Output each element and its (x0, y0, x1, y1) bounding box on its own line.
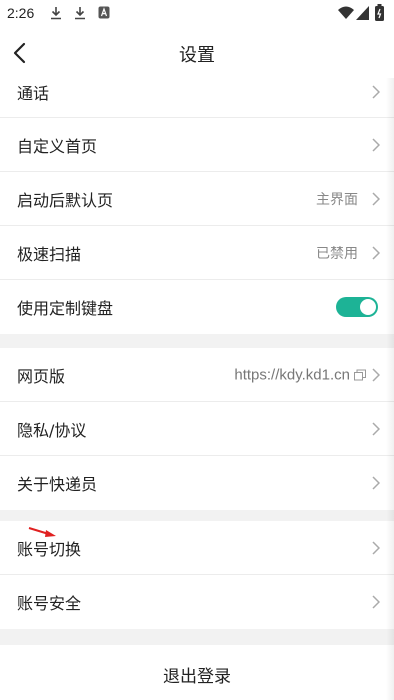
settings-group-general: 通话 自定义首页 启动后默认页 主界面 极速扫描 已禁用 使用定制键盘 (0, 67, 394, 334)
row-label: 网页版 (17, 366, 66, 386)
settings-row-custom-home[interactable]: 自定义首页 (0, 118, 394, 172)
row-label: 使用定制键盘 (17, 299, 114, 318)
toggle-knob (360, 299, 376, 315)
download-icon (75, 7, 85, 20)
custom-keyboard-toggle[interactable] (336, 297, 378, 317)
settings-row-about-courier[interactable]: 关于快递员 (0, 456, 394, 510)
settings-row-switch-account[interactable]: 账号切换 (0, 521, 394, 575)
status-bar: 2:26 (0, 0, 394, 28)
row-label: 账号切换 (17, 539, 82, 559)
row-label: 自定义首页 (17, 136, 98, 156)
wifi-icon (338, 6, 354, 19)
settings-row-web-version[interactable]: 网页版 https://kdy.kd1.cn (0, 348, 394, 402)
web-url: https://kdy.kd1.cn (234, 366, 350, 383)
settings-row-fast-scan[interactable]: 极速扫描 已禁用 (0, 226, 394, 280)
chevron-right-icon (372, 540, 380, 555)
chevron-right-icon (372, 245, 380, 260)
logout-label: 退出登录 (163, 667, 231, 687)
chevron-right-icon (372, 421, 380, 436)
status-time: 2:26 (7, 5, 35, 21)
row-label: 关于快递员 (17, 475, 98, 494)
page-title: 设置 (179, 45, 215, 66)
row-label: 隐私/协议 (17, 420, 87, 440)
logout-button[interactable]: 退出登录 (0, 645, 394, 700)
settings-group-account: 账号切换 账号安全 (0, 521, 394, 629)
settings-row-call[interactable]: 通话 (0, 67, 394, 118)
settings-row-default-page[interactable]: 启动后默认页 主界面 (0, 172, 394, 226)
app-notification-icon (98, 6, 110, 19)
edge-shadow (386, 78, 394, 700)
settings-row-account-security[interactable]: 账号安全 (0, 575, 394, 629)
row-label: 账号安全 (17, 594, 82, 613)
chevron-right-icon (372, 476, 380, 490)
settings-group-about: 网页版 https://kdy.kd1.cn 隐私/协议 关于快递员 (0, 348, 394, 510)
row-value: 已禁用 (316, 245, 358, 262)
chevron-right-icon (372, 85, 380, 99)
row-value: 主界面 (316, 191, 358, 208)
battery-icon (375, 4, 384, 21)
chevron-right-icon (372, 191, 380, 206)
chevron-right-icon (372, 137, 380, 152)
row-label: 通话 (17, 84, 50, 103)
row-label: 启动后默认页 (17, 190, 114, 210)
settings-row-custom-keyboard: 使用定制键盘 (0, 280, 394, 334)
copy-icon[interactable] (354, 369, 366, 380)
row-label: 极速扫描 (17, 244, 82, 264)
download-icon (51, 7, 61, 20)
red-arrow-icon (28, 527, 56, 537)
settings-row-privacy[interactable]: 隐私/协议 (0, 402, 394, 456)
chevron-right-icon (372, 367, 380, 382)
chevron-right-icon (372, 595, 380, 609)
signal-icon (356, 6, 369, 20)
